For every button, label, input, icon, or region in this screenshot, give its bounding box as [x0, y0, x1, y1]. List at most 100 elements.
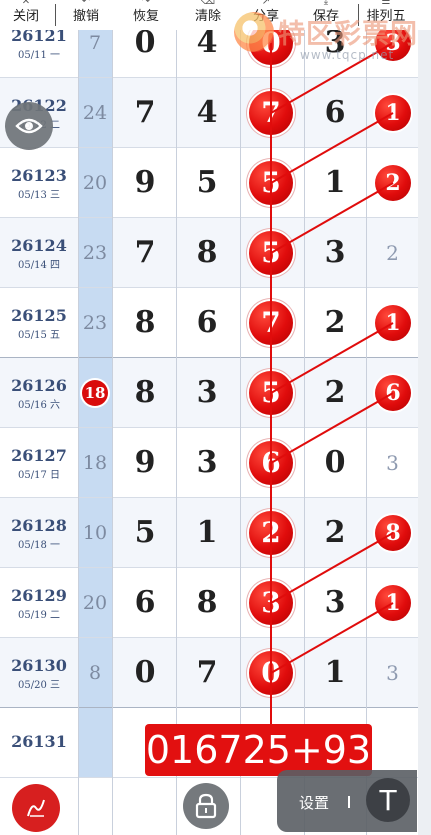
scroll-top-button[interactable]: T: [366, 778, 410, 822]
issue-number: 26127: [11, 446, 67, 465]
issue-cell: 26125 05/15 五: [0, 288, 78, 358]
issue-date: 05/17 日: [18, 470, 60, 481]
issue-cell: 26127 05/17 日: [0, 428, 78, 498]
column-divider: [304, 30, 305, 835]
digit-cell-4: 2: [324, 515, 346, 550]
lock-button[interactable]: [183, 783, 229, 829]
table-row: 26123 05/13 三 20 9 5 1: [0, 148, 418, 218]
next-issue-number: 26131: [11, 732, 67, 751]
toolbar-label: 关闭: [12, 9, 39, 24]
digit-cell-4: 2: [324, 375, 346, 410]
sum-cell: 10: [78, 498, 112, 568]
toolbar-label: 撤销: [72, 9, 99, 24]
issue-number: 26125: [11, 306, 67, 325]
sum-cell: 23: [78, 288, 112, 358]
sum-cell: 24: [78, 78, 112, 148]
settings-panel: 设置 T: [277, 770, 417, 832]
toolbar-separator: [358, 4, 359, 26]
digit-cell-1: 6: [134, 585, 156, 620]
side-ball: 3: [375, 25, 411, 61]
toolbar-button-1[interactable]: close-icon关闭✕: [0, 0, 52, 30]
pen-icon: [27, 799, 45, 817]
settings-separator: [348, 796, 350, 808]
digit-cell-2: 5: [196, 165, 218, 200]
digit-cell-1: 7: [134, 95, 156, 130]
eye-toggle-button[interactable]: [5, 102, 53, 150]
digit-cell-2: 6: [196, 305, 218, 340]
toolbar-label: 排列五: [366, 9, 406, 24]
digit-cell-1: 9: [134, 165, 156, 200]
draw-button[interactable]: [12, 784, 60, 832]
issue-cell: 26123 05/13 三: [0, 148, 78, 218]
table-row: 26125 05/15 五 23 8 6 2: [0, 288, 418, 358]
close-icon-glyph: ✕: [21, 0, 31, 7]
issue-number: 26124: [11, 236, 67, 255]
toolbar-label: 清除: [194, 9, 221, 24]
issue-number: 26129: [11, 586, 67, 605]
main-ball: 3: [249, 581, 293, 625]
main-ball: 5: [249, 161, 293, 205]
digit-cell-5: 3: [386, 661, 399, 685]
issue-date: 05/18 一: [18, 540, 60, 551]
main-ball: 0: [249, 651, 293, 695]
issue-number: 26130: [11, 656, 67, 675]
table-row: 26128 05/18 一 10 5 1 2: [0, 498, 418, 568]
sum-cell: [78, 708, 112, 778]
toolbar-separator: [55, 4, 56, 26]
issue-date: 05/20 三: [18, 680, 60, 691]
toolbar-label: 分享: [252, 9, 279, 24]
issue-cell: 26129 05/19 二: [0, 568, 78, 638]
digit-cell-1: 5: [134, 515, 156, 550]
side-ball: 1: [375, 585, 411, 621]
settings-button[interactable]: 设置: [299, 792, 329, 813]
digit-cell-2: 7: [196, 655, 218, 690]
issue-cell: 26126 05/16 六: [0, 358, 78, 428]
redo-icon-glyph: ↷: [141, 0, 151, 7]
issue-date: 05/13 三: [18, 190, 60, 201]
scrollbar[interactable]: [418, 30, 431, 835]
side-ball: 1: [375, 95, 411, 131]
toolbar-button-6[interactable]: save-icon保存⤓: [300, 0, 352, 30]
digit-cell-4: 2: [324, 305, 346, 340]
digit-cell-4: 3: [324, 235, 346, 270]
sum-cell: 8: [78, 638, 112, 708]
digit-cell-4: 6: [324, 95, 346, 130]
toolbar-label: 保存: [312, 9, 339, 24]
digit-cell-2: 3: [196, 375, 218, 410]
digit-cell-2: 1: [196, 515, 218, 550]
column-divider: [112, 30, 113, 835]
lottery-icon-glyph: ☰: [381, 0, 391, 7]
table-row: 26124 05/14 四 23 7 8 3 2: [0, 218, 418, 288]
table-row: 26130 05/20 三80713: [0, 638, 418, 708]
digit-cell-4: 1: [324, 165, 346, 200]
lock-icon: [195, 793, 217, 819]
main-ball: 5: [249, 371, 293, 415]
issue-number: 26123: [11, 166, 67, 185]
issue-date: 05/19 二: [18, 610, 60, 621]
digit-cell-1: 9: [134, 445, 156, 480]
toolbar-button-2[interactable]: undo-icon撤销↶: [60, 0, 112, 30]
digit-cell-1: 0: [134, 655, 156, 690]
top-toolbar: close-icon关闭✕undo-icon撤销↶redo-icon恢复↷cle…: [0, 0, 431, 30]
clear-icon-glyph: ⌫: [200, 0, 216, 7]
toolbar-button-4[interactable]: clear-icon清除⌫: [182, 0, 234, 30]
digit-cell-1: 8: [134, 375, 156, 410]
table-row: 26127 05/17 日 18 9 3 0 3: [0, 428, 418, 498]
side-ball: 6: [375, 375, 411, 411]
toolbar-button-3[interactable]: redo-icon恢复↷: [120, 0, 172, 30]
main-ball: 7: [249, 301, 293, 345]
digit-cell-2: 8: [196, 235, 218, 270]
issue-cell: 26124 05/14 四: [0, 218, 78, 288]
main-ball: 5: [249, 231, 293, 275]
issue-cell: 26131: [0, 708, 78, 778]
issue-cell: 26130 05/20 三: [0, 638, 78, 708]
issue-number: 26126: [11, 376, 67, 395]
eye-icon: [15, 118, 43, 134]
side-ball: 8: [375, 515, 411, 551]
digit-cell-5: 2: [386, 241, 399, 265]
toolbar-button-7[interactable]: lottery-icon排列五☰: [360, 0, 412, 30]
issue-cell: 26128 05/18 一: [0, 498, 78, 568]
main-ball: 7: [249, 91, 293, 135]
main-ball: 2: [249, 511, 293, 555]
toolbar-button-5[interactable]: share-icon分享↗: [240, 0, 292, 30]
